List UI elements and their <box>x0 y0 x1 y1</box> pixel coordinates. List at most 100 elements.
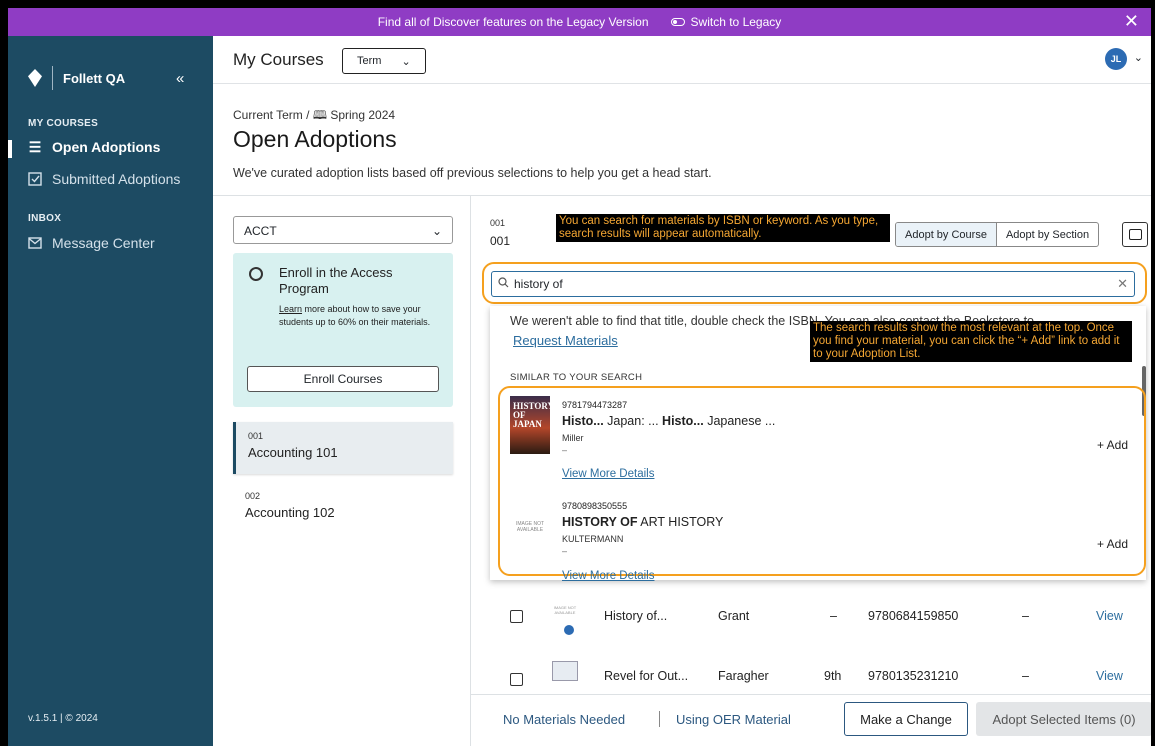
row-checkbox[interactable] <box>510 610 523 623</box>
department-select[interactable]: ACCT ⌄ <box>233 216 453 244</box>
enroll-courses-button[interactable]: Enroll Courses <box>247 366 439 392</box>
material-edition: – <box>830 609 837 623</box>
course-card[interactable]: 002 Accounting 102 <box>233 482 453 534</box>
thumbnail <box>552 661 578 681</box>
material-author: Grant <box>718 609 750 623</box>
page-subtitle: We've curated adoption lists based off p… <box>233 166 712 180</box>
using-oer-material-link[interactable]: Using OER Material <box>676 712 791 727</box>
view-link[interactable]: View <box>1096 669 1123 683</box>
sidebar-item-submitted-adoptions[interactable]: Submitted Adoptions <box>28 171 180 187</box>
learn-link[interactable]: Learn <box>279 304 302 314</box>
search-input[interactable]: history of ✕ <box>491 271 1135 297</box>
row-checkbox[interactable] <box>510 673 523 686</box>
chat-button[interactable] <box>1122 222 1148 247</box>
search-result: HISTORY OF JAPAN 9781794473287 Histo... J… <box>508 390 1128 480</box>
result-isbn: 9780898350555 <box>562 501 628 511</box>
view-more-details-link[interactable]: View More Details <box>562 468 654 480</box>
title-match: Histo... <box>562 414 604 428</box>
logo-divider <box>52 66 53 90</box>
no-materials-needed-link[interactable]: No Materials Needed <box>503 712 625 727</box>
promo-body-text: more about how to save your students up … <box>279 304 431 327</box>
adopt-by-course-button[interactable]: Adopt by Course <box>896 223 997 246</box>
course-number: 002 <box>245 491 261 501</box>
adopt-by-section-button[interactable]: Adopt by Section <box>997 223 1098 246</box>
search-result: IMAGE NOT AVAILABLE 9780898350555 HISTOR… <box>508 491 1128 582</box>
breadcrumb-term: Spring 2024 <box>330 108 396 122</box>
switch-to-legacy-link[interactable]: Switch to Legacy <box>670 15 782 29</box>
search-tip-annotation: You can search for materials by ISBN or … <box>556 214 890 242</box>
title-match: HISTORY OF <box>562 515 638 529</box>
collapse-sidebar-icon[interactable]: « <box>176 70 184 87</box>
column-divider <box>470 196 471 746</box>
chevron-down-icon: ⌄ <box>401 55 411 68</box>
material-edition: 9th <box>824 669 842 683</box>
close-icon[interactable]: ✕ <box>1124 12 1139 30</box>
section-heading-my-courses: MY COURSES <box>28 118 99 129</box>
chat-icon <box>1128 229 1142 240</box>
thumbnail: IMAGE NOT AVAILABLE <box>553 605 577 615</box>
course-number: 001 <box>248 431 264 441</box>
book-cover: HISTORY OF JAPAN <box>510 396 554 454</box>
promo-title: Enroll in the Access Program <box>279 265 393 296</box>
mail-icon <box>28 236 42 250</box>
sidebar-item-label: Submitted Adoptions <box>52 171 181 187</box>
result-edition: – <box>562 546 568 556</box>
page-title: Open Adoptions <box>233 126 397 152</box>
breadcrumb: Current Term / 🕮 Spring 2024 <box>233 106 395 127</box>
section-heading-inbox: INBOX <box>28 213 62 224</box>
title-match: Histo... <box>662 414 704 428</box>
action-footer: No Materials Needed Using OER Material M… <box>471 694 1151 746</box>
material-price: – <box>1022 669 1029 683</box>
result-title: HISTORY OF ART HISTORY <box>562 515 723 529</box>
avatar[interactable]: JL <box>1105 48 1127 70</box>
request-materials-link[interactable]: Request Materials <box>513 333 618 348</box>
result-edition: – <box>562 445 568 455</box>
add-button[interactable]: + Add <box>1097 537 1128 551</box>
footer-separator <box>659 711 660 727</box>
similar-heading: SIMILAR TO YOUR SEARCH <box>510 372 643 383</box>
toggle-icon <box>670 18 685 26</box>
chevron-down-icon[interactable]: ⌄ <box>1134 51 1143 64</box>
section-number: 001 <box>490 234 511 248</box>
result-title: Histo... Japan: ... Histo... Japanese ..… <box>562 414 775 428</box>
adopt-mode-toggle: Adopt by Course Adopt by Section <box>895 222 1100 247</box>
result-author: Miller <box>562 433 584 443</box>
make-a-change-button[interactable]: Make a Change <box>844 702 968 736</box>
sidebar-item-label: Message Center <box>52 235 155 251</box>
switch-label: Switch to Legacy <box>690 15 782 29</box>
adopt-selected-button[interactable]: Adopt Selected Items (0) <box>976 702 1151 736</box>
sidebar-item-open-adoptions[interactable]: ☰ Open Adoptions <box>28 138 161 156</box>
add-button[interactable]: + Add <box>1097 438 1128 452</box>
material-isbn: 9780135231210 <box>868 669 959 683</box>
breadcrumb-current-term[interactable]: Current Term <box>233 108 303 122</box>
view-link[interactable]: View <box>1096 609 1123 623</box>
material-author: Faragher <box>718 669 769 683</box>
clear-search-icon[interactable]: ✕ <box>1117 276 1128 292</box>
checkbox-icon <box>28 172 42 186</box>
list-icon: ☰ <box>28 138 42 155</box>
image-placeholder: IMAGE NOT AVAILABLE <box>515 521 545 533</box>
course-card[interactable]: 001 Accounting 101 <box>233 422 453 474</box>
header-title: My Courses <box>233 50 324 69</box>
sidebar-item-message-center[interactable]: Message Center <box>28 235 155 251</box>
table-row[interactable]: IMAGE NOT AVAILABLE History of... Grant … <box>490 605 1146 649</box>
material-isbn: 9780684159850 <box>868 609 959 623</box>
book-icon: 🕮 <box>312 108 327 122</box>
chevron-down-icon: ⌄ <box>431 224 442 238</box>
view-more-details-link[interactable]: View More Details <box>562 570 654 582</box>
term-select[interactable]: Term ⌄ <box>342 48 426 74</box>
top-bar: My Courses Term ⌄ JL ⌄ <box>213 36 1151 84</box>
result-author: KULTERMANN <box>562 534 624 544</box>
department-select-value: ACCT <box>244 224 277 238</box>
promo-body: Learn more about how to save your studen… <box>279 303 439 329</box>
follett-logo-icon <box>28 69 42 87</box>
legacy-banner: Find all of Discover features on the Leg… <box>8 8 1151 36</box>
section-code: 001 <box>490 218 506 228</box>
access-program-promo: Enroll in the Access Program Learn more … <box>233 253 453 407</box>
breadcrumb-separator: / <box>306 108 310 122</box>
app-window: Find all of Discover features on the Leg… <box>8 8 1151 746</box>
banner-message: Find all of Discover features on the Leg… <box>377 15 649 29</box>
title-text: Japan: ... <box>603 414 663 428</box>
title-text: ART HISTORY <box>637 515 724 529</box>
title-text: Japanese ... <box>703 414 776 428</box>
